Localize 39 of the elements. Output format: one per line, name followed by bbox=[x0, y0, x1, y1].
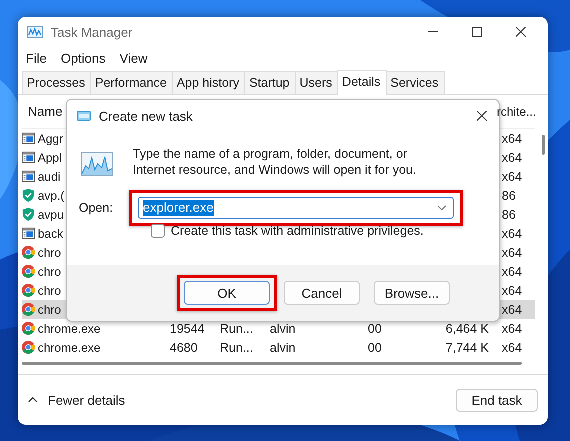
table-cell: 86 bbox=[502, 188, 516, 202]
table-cell: 00 bbox=[368, 340, 382, 354]
checkbox-label: Create this task with administrative privileges. bbox=[171, 224, 424, 238]
table-cell: 4680 bbox=[170, 340, 198, 354]
table-cell: x64 bbox=[502, 246, 522, 260]
table-cell: 19544 bbox=[170, 322, 205, 336]
table-cell: 7,744 K bbox=[446, 340, 489, 354]
dialog-title: Create new task bbox=[99, 108, 193, 124]
process-name: chro bbox=[38, 264, 62, 278]
process-name: chro bbox=[38, 246, 62, 260]
table-cell: Run... bbox=[220, 340, 254, 354]
process-name: avp.( bbox=[38, 188, 65, 202]
table-cell: 6,464 K bbox=[446, 322, 489, 336]
table-cell: x64 bbox=[502, 302, 522, 316]
process-name: Appl bbox=[38, 150, 62, 164]
dialog-message: Type the name of a program, folder, document, or Internet resource, and Windows will open it for you. bbox=[133, 146, 418, 178]
table-cell: x64 bbox=[502, 264, 522, 278]
table-cell: alvin bbox=[270, 322, 296, 336]
process-name: avpu bbox=[38, 208, 64, 222]
table-cell: x64 bbox=[502, 150, 522, 164]
process-name: audi bbox=[38, 170, 61, 184]
process-name: chro bbox=[38, 284, 62, 298]
process-name: back bbox=[38, 226, 64, 240]
table-cell: x64 bbox=[502, 132, 522, 146]
process-name: Aggr bbox=[38, 132, 64, 146]
table-cell: x64 bbox=[502, 170, 522, 184]
table-cell: Run... bbox=[220, 322, 254, 336]
table-cell: x64 bbox=[502, 322, 522, 336]
table-cell: x64 bbox=[502, 284, 522, 298]
field-label: Open: bbox=[79, 201, 114, 215]
table-cell: x64 bbox=[502, 226, 522, 240]
table-cell: alvin bbox=[270, 340, 296, 354]
process-name: chrome.exe bbox=[38, 340, 101, 354]
window-title: Task Manager bbox=[51, 24, 133, 40]
table-cell: 86 bbox=[502, 208, 516, 222]
process-name: chro bbox=[38, 302, 62, 316]
table-cell: x64 bbox=[502, 340, 522, 354]
process-name: chrome.exe bbox=[38, 322, 101, 336]
table-cell: 00 bbox=[368, 322, 382, 336]
